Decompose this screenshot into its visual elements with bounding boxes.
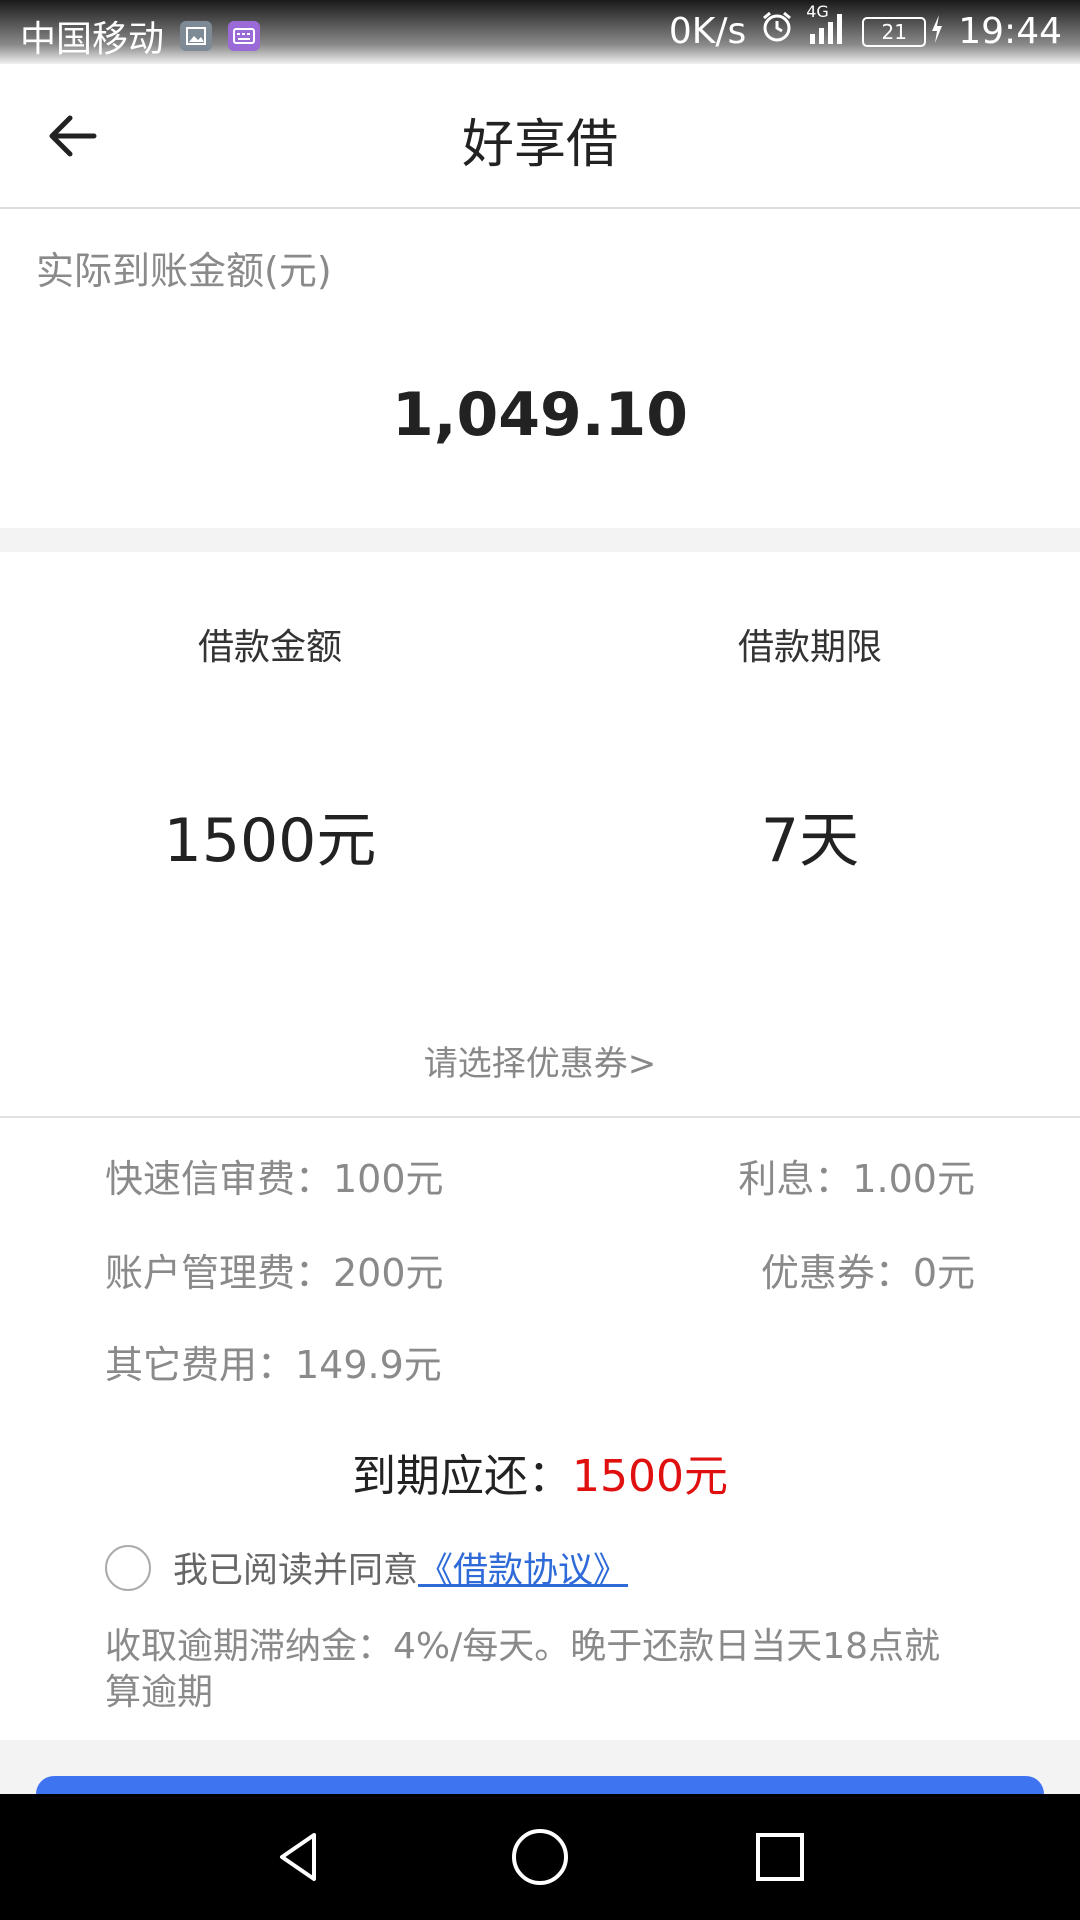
loan-info-section: 借款金额 借款期限 1500元 7天 请选择优惠券> — [0, 552, 1080, 1118]
clock-time: 19:44 — [958, 11, 1062, 52]
square-recents-icon — [756, 1833, 804, 1881]
gallery-icon — [180, 21, 213, 51]
agreement-checkbox[interactable] — [105, 1544, 151, 1591]
select-coupon-link[interactable]: 请选择优惠券> — [0, 1036, 1080, 1085]
status-bar: 中国移动 0K/s 4G 21 19:44 — [0, 0, 1080, 64]
interest-fee: 利息：1.00元 — [738, 1157, 975, 1201]
due-repayment: 到期应还：1500元 — [0, 1440, 1080, 1504]
battery-icon: 21 — [862, 16, 927, 47]
charging-icon — [930, 11, 944, 52]
received-amount-value: 1,049.10 — [391, 380, 689, 450]
network-type: 4G — [806, 2, 829, 21]
agreement-text: 我已阅读并同意 — [173, 1551, 419, 1591]
circle-home-icon — [512, 1829, 568, 1885]
coupon-discount: 优惠券：0元 — [760, 1251, 975, 1295]
keyboard-icon — [228, 21, 261, 51]
due-label: 到期应还： — [352, 1451, 572, 1502]
received-amount-section: 实际到账金额(元) 1,049.10 — [0, 210, 1080, 528]
late-fee-note: 收取逾期滞纳金：4%/每天。晚于还款日当天18点就算逾期 — [105, 1626, 941, 1713]
loan-term-value[interactable]: 7天 — [540, 792, 1080, 879]
net-speed: 0K/s — [668, 11, 747, 52]
loan-agreement-link[interactable]: 《借款协议》 — [418, 1542, 628, 1593]
triangle-back-icon — [280, 1833, 316, 1881]
app-bar: 好享借 — [0, 64, 1080, 209]
other-fees: 其它费用：149.9元 — [105, 1343, 442, 1387]
loan-amount-label: 借款金额 — [197, 627, 342, 668]
signal-icon: 4G — [806, 2, 848, 53]
system-nav-bar — [0, 1794, 1080, 1920]
loan-amount-value[interactable]: 1500元 — [0, 792, 540, 879]
due-amount: 1500元 — [572, 1451, 728, 1502]
battery-level: 21 — [881, 19, 907, 44]
status-right: 0K/s 4G 21 19:44 — [655, 2, 1062, 53]
received-amount-label: 实际到账金额(元) — [36, 249, 332, 293]
nav-back-button[interactable] — [240, 1797, 360, 1917]
fees-section: 快速信审费：100元 利息：1.00元 账户管理费：200元 优惠券：0元 其它… — [0, 1120, 1080, 1740]
section-divider — [0, 528, 1080, 552]
carrier-name: 中国移动 — [20, 19, 165, 60]
quick-review-fee: 快速信审费：100元 — [105, 1157, 444, 1201]
alarm-icon — [760, 10, 794, 53]
agreement-row: 我已阅读并同意 《借款协议》 — [105, 1542, 628, 1593]
status-left: 中国移动 — [20, 10, 261, 62]
loan-term-label: 借款期限 — [737, 627, 882, 668]
nav-recents-button[interactable] — [720, 1797, 840, 1917]
nav-home-button[interactable] — [480, 1797, 600, 1917]
page-title: 好享借 — [461, 115, 618, 175]
account-management-fee: 账户管理费：200元 — [105, 1251, 444, 1295]
